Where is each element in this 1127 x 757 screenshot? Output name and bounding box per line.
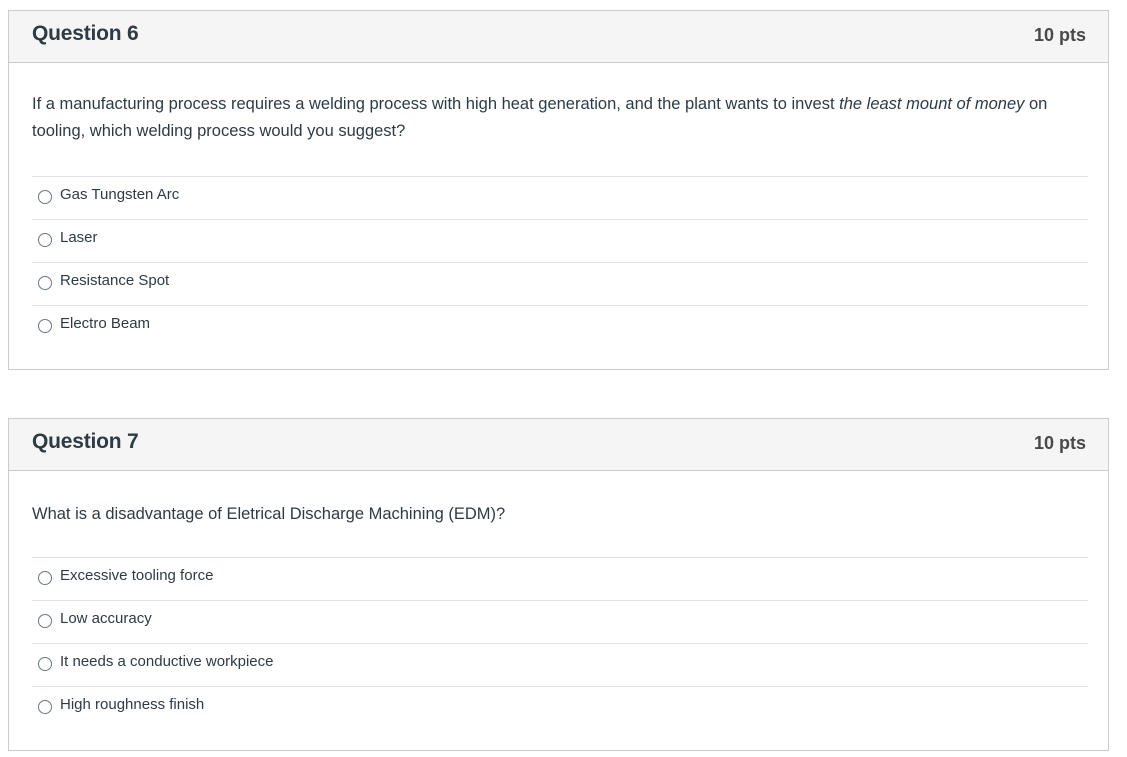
answer-option[interactable]: Resistance Spot: [32, 262, 1088, 305]
answer-option[interactable]: Electro Beam: [32, 305, 1088, 347]
answer-label[interactable]: Laser: [60, 229, 98, 246]
radio-button[interactable]: [38, 571, 52, 585]
answer-list: Gas Tungsten Arc Laser Resistance Spot E…: [32, 176, 1088, 347]
radio-button[interactable]: [38, 700, 52, 714]
answer-list: Excessive tooling force Low accuracy It …: [32, 557, 1088, 728]
answer-option[interactable]: Low accuracy: [32, 600, 1088, 643]
answer-option[interactable]: Laser: [32, 219, 1088, 262]
question-points: 10 pts: [1033, 25, 1086, 45]
question-text-before: If a manufacturing process requires a we…: [32, 95, 840, 113]
question-text: If a manufacturing process requires a we…: [32, 91, 1072, 145]
question-title: Question 7: [32, 430, 139, 453]
radio-button[interactable]: [38, 319, 52, 333]
question-text: What is a disadvantage of Eletrical Disc…: [32, 505, 506, 523]
radio-button[interactable]: [38, 233, 52, 247]
question-header: Question 6 10 pts: [9, 11, 1108, 63]
answer-label[interactable]: Low accuracy: [60, 610, 152, 627]
answer-label[interactable]: Electro Beam: [60, 315, 150, 332]
radio-button[interactable]: [38, 614, 52, 628]
answer-option[interactable]: Gas Tungsten Arc: [32, 176, 1088, 219]
question-title: Question 6: [32, 22, 139, 45]
question-7: Question 7 10 pts What is a disadvantage…: [8, 418, 1109, 751]
answer-option[interactable]: Excessive tooling force: [32, 557, 1088, 600]
question-6: Question 6 10 pts If a manufacturing pro…: [8, 10, 1109, 370]
radio-button[interactable]: [38, 190, 52, 204]
radio-button[interactable]: [38, 657, 52, 671]
answer-label[interactable]: It needs a conductive workpiece: [60, 653, 273, 670]
radio-button[interactable]: [38, 276, 52, 290]
question-header: Question 7 10 pts: [9, 419, 1108, 471]
answer-label[interactable]: Excessive tooling force: [60, 567, 213, 584]
question-points: 10 pts: [1033, 433, 1086, 453]
answer-label[interactable]: Resistance Spot: [60, 272, 169, 289]
answer-label[interactable]: Gas Tungsten Arc: [60, 186, 179, 203]
question-text-emphasis: the least mount of money: [839, 95, 1025, 113]
answer-option[interactable]: High roughness finish: [32, 686, 1088, 728]
answer-label[interactable]: High roughness finish: [60, 696, 204, 713]
answer-option[interactable]: It needs a conductive workpiece: [32, 643, 1088, 686]
